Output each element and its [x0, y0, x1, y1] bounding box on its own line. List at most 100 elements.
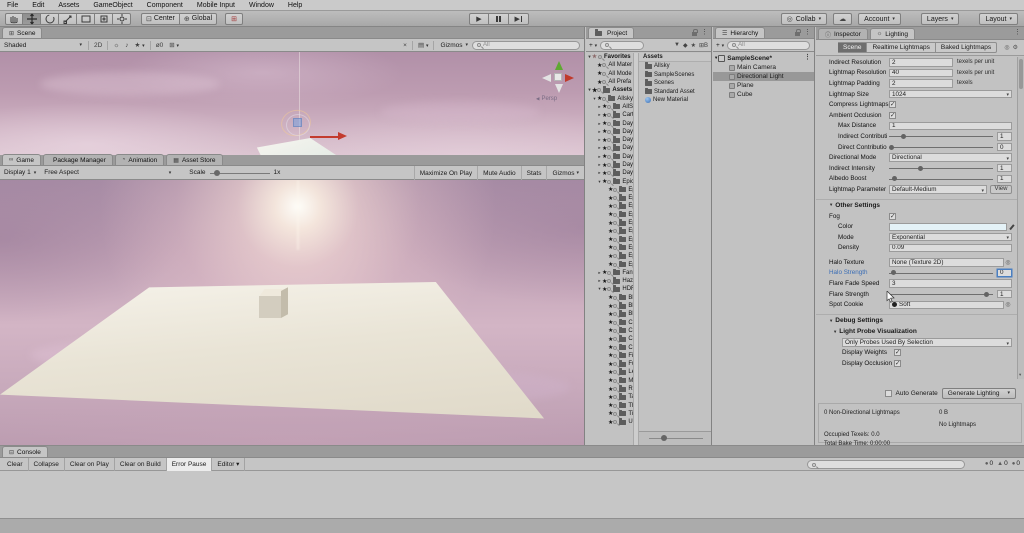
project-tree-item[interactable]: ★ Epi [586, 252, 633, 260]
console-search-input[interactable] [807, 460, 965, 469]
asset-list-item[interactable]: New Material [639, 96, 711, 105]
step-button[interactable]: ▶ [509, 13, 529, 25]
ambient-occlusion-checkbox[interactable]: ✓ [889, 111, 896, 119]
indirect-contribution-value[interactable]: 1 [997, 132, 1012, 141]
2d-toggle[interactable]: 2D [91, 42, 105, 49]
light-probe-visualization-header[interactable]: ▾ Light Probe Visualization [816, 326, 1017, 337]
tab-console[interactable]: ⊟ Console [2, 446, 48, 457]
tab-hierarchy[interactable]: ☰ Hierarchy [715, 27, 766, 38]
project-tree-item[interactable]: ★ Fish [586, 351, 633, 360]
lightmap-padding-field[interactable]: 2 [889, 79, 953, 88]
project-tree-item[interactable]: ★ Tib [586, 409, 633, 418]
hierarchy-item[interactable]: Plane [713, 81, 814, 90]
gear-icon[interactable]: ⚙ [1013, 44, 1018, 51]
account-dropdown[interactable]: Account ▾ [858, 13, 901, 25]
mute-audio-toggle[interactable]: Mute Audio [477, 166, 521, 180]
project-tree-item[interactable]: ★ Epi [586, 260, 633, 268]
eyedropper-icon[interactable] [1008, 223, 1014, 230]
expand-arrow-icon[interactable]: ▾ [715, 55, 717, 61]
project-tree-item[interactable]: ★ Cir [586, 335, 633, 343]
y-axis-cone[interactable] [554, 61, 563, 70]
menu-item[interactable]: GameObject [86, 0, 139, 11]
hierarchy-search-input[interactable]: All [727, 40, 810, 50]
max-distance-field[interactable]: 1 [889, 121, 1012, 131]
project-tree-item[interactable]: ★ Epi [586, 210, 633, 219]
menu-item[interactable]: Window [242, 0, 281, 11]
halo-strength-value[interactable]: 0 [997, 268, 1012, 278]
flare-strength-value[interactable]: 1 [997, 289, 1012, 299]
tab-lighting[interactable]: ☼ Lighting [869, 28, 916, 39]
view-button[interactable]: View [990, 184, 1012, 194]
project-tree-item[interactable]: ★ Day S [586, 127, 633, 136]
project-tree-item[interactable]: ★ Assets [586, 86, 633, 94]
project-tree-item[interactable]: ★ Mu [586, 376, 633, 385]
search-by-type-icon[interactable]: ▼ [674, 42, 680, 49]
menu-item[interactable]: Assets [51, 0, 86, 11]
custom-tool-button[interactable] [113, 12, 131, 25]
assets-column-header[interactable]: Assets [639, 53, 711, 62]
hierarchy-item[interactable]: Main Camera [713, 63, 814, 72]
scene-audio-toggle[interactable]: ♪ [122, 42, 131, 49]
menu-item[interactable]: Edit [25, 0, 51, 11]
neg-y-axis-cone[interactable] [554, 84, 563, 93]
project-tree-item[interactable]: ★ AllSky [586, 102, 633, 111]
project-tree-item[interactable]: ★ Day S [586, 161, 633, 169]
lock-icon[interactable] [795, 28, 801, 36]
perspective-label[interactable]: ◀ Persp [536, 96, 557, 102]
collab-dropdown[interactable]: ◎ Collab ▾ [780, 13, 828, 25]
project-tree-item[interactable]: ★ Allsky [586, 94, 633, 102]
project-tree-item[interactable]: ★ Blo [586, 293, 633, 302]
directional-light-gizmo[interactable] [293, 118, 302, 127]
project-tree-item[interactable]: ★ Fun [586, 360, 633, 368]
display-dropdown[interactable]: Display 1 ▾ [0, 167, 40, 178]
panel-menu-icon[interactable]: ⋮ [701, 29, 708, 36]
console-button[interactable]: Clear [2, 457, 29, 471]
menu-item[interactable]: Component [140, 0, 190, 11]
lightmap-size-dropdown[interactable]: 1024 ▾ [889, 89, 1012, 99]
gizmo-center-cube[interactable] [554, 73, 562, 81]
plane-object[interactable] [256, 138, 336, 155]
console-count[interactable]: ● 0 [1012, 460, 1020, 467]
other-settings-header[interactable]: ▾ Other Settings [816, 198, 1017, 211]
menu-item[interactable]: Mobile Input [190, 0, 242, 11]
cloud-button[interactable]: ☁ [833, 13, 853, 25]
halo-texture-field[interactable]: None (Texture 2D) [889, 258, 1004, 267]
game-area-tab[interactable]: ▦ Asset Store [166, 154, 223, 165]
albedo-boost-slider[interactable] [889, 175, 993, 183]
thumbnail-zoom-thumb[interactable] [661, 435, 667, 441]
object-picker-icon[interactable]: ◎ [1004, 301, 1012, 308]
lighting-scrollbar[interactable]: ▾ [1017, 57, 1024, 379]
project-tree-item[interactable]: ★ Day S [586, 144, 633, 152]
move-tool-button[interactable] [23, 12, 41, 25]
project-tree-item[interactable]: ★ All Mater [586, 61, 633, 69]
tab-scene[interactable]: ⊞ Scene [2, 27, 43, 38]
project-tree-item[interactable]: ★ Cartoo [586, 111, 633, 119]
scene-effects-toggle[interactable]: ★ ▾ [132, 41, 148, 49]
save-search-star-icon[interactable]: ★ [691, 42, 696, 49]
scale-slider-thumb[interactable] [213, 169, 220, 176]
project-tree-item[interactable]: ★ Epi [586, 227, 633, 235]
project-tree-item[interactable]: ★ Epic [586, 177, 633, 185]
neg-x-axis-cone[interactable] [542, 73, 551, 82]
panel-menu-icon[interactable]: ⋮ [1014, 29, 1021, 36]
compress-lightmaps-checkbox[interactable]: ✓ [889, 101, 896, 109]
rect-tool-button[interactable] [77, 12, 95, 25]
rotate-tool-button[interactable] [41, 12, 59, 25]
menu-item[interactable]: Help [281, 0, 309, 11]
x-axis-cone[interactable] [565, 73, 574, 82]
project-tree-item[interactable]: ★ Epi [586, 243, 633, 252]
project-tree-item[interactable]: ★ Epi [586, 194, 633, 202]
layout-dropdown[interactable]: Layout ▾ [979, 13, 1018, 25]
console-count[interactable]: ▲ 0 [997, 460, 1008, 467]
asset-list-item[interactable]: SampleScenes [639, 70, 711, 80]
project-tree-item[interactable]: ★ All Prefa [586, 78, 633, 86]
menu-item[interactable]: File [0, 0, 25, 11]
lightmap-parameters-dropdown[interactable]: Default-Medium ▾ [889, 185, 987, 194]
indirect-resolution-field[interactable]: 2 [889, 58, 953, 67]
scene-camera-button[interactable]: ▤ ▾ [415, 41, 431, 49]
thumbnail-zoom-slider[interactable] [649, 438, 703, 439]
tab-project[interactable]: Project [588, 27, 635, 38]
console-button[interactable]: Collapse [29, 457, 65, 471]
hand-tool-button[interactable] [5, 12, 23, 25]
console-button[interactable]: Clear on Play [65, 457, 115, 471]
